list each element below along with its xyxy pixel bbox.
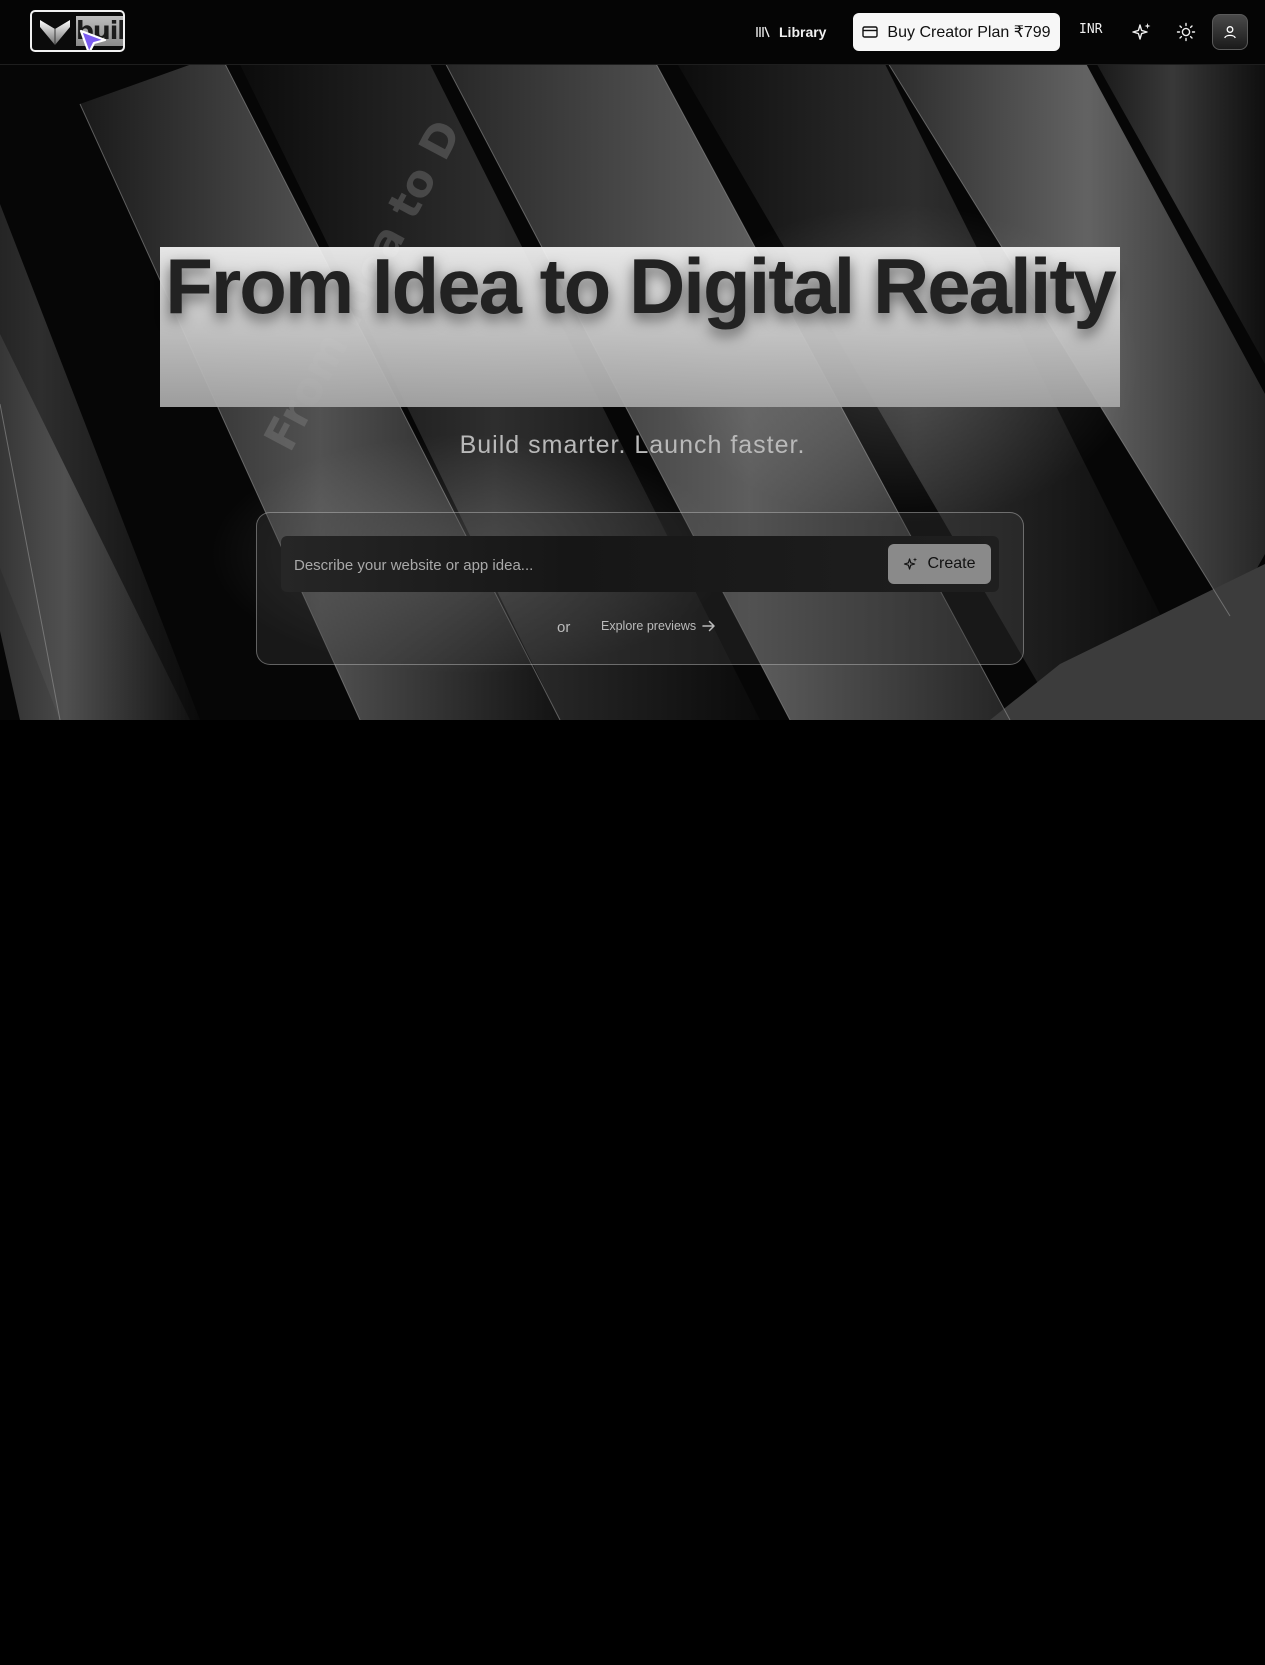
sun-icon[interactable]	[1175, 21, 1197, 43]
idea-prompt-input[interactable]	[281, 536, 896, 594]
buy-creator-plan-button[interactable]: Buy Creator Plan ₹799	[853, 13, 1060, 51]
logo-mark-icon	[40, 20, 70, 45]
library-label: Library	[779, 24, 827, 40]
sparkle-icon	[904, 557, 918, 570]
top-navbar: built Library Buy Creator Plan ₹799 INR	[0, 0, 1265, 65]
buy-button-label: Buy Creator Plan ₹799	[887, 24, 1051, 41]
library-icon	[756, 26, 770, 38]
cursor-arrow-icon	[79, 29, 107, 50]
credit-card-icon	[862, 26, 879, 38]
library-link[interactable]: Library	[756, 18, 826, 46]
user-menu-button[interactable]	[1212, 14, 1248, 50]
explore-previews-link[interactable]: Explore previews	[591, 611, 726, 641]
explore-label: Explore previews	[601, 619, 697, 633]
or-separator: or	[557, 619, 571, 636]
user-icon	[1224, 26, 1236, 39]
arrow-right-icon	[702, 620, 715, 632]
sparkle-icon[interactable]	[1131, 21, 1153, 43]
prompt-panel: Create or Explore previews	[256, 512, 1024, 665]
currency-selector[interactable]: INR	[1079, 22, 1102, 37]
brand-logo[interactable]: built	[30, 10, 125, 52]
create-label: Create	[927, 555, 976, 572]
prompt-bar: Create	[281, 536, 999, 594]
create-button[interactable]: Create	[888, 544, 991, 584]
hero-title: From Idea to Digital Reality	[165, 242, 1117, 330]
hero-subtitle: Build smarter. Launch faster.	[459, 431, 806, 459]
hero-section: From Idea to D From Idea to Digital Real…	[0, 64, 1265, 720]
